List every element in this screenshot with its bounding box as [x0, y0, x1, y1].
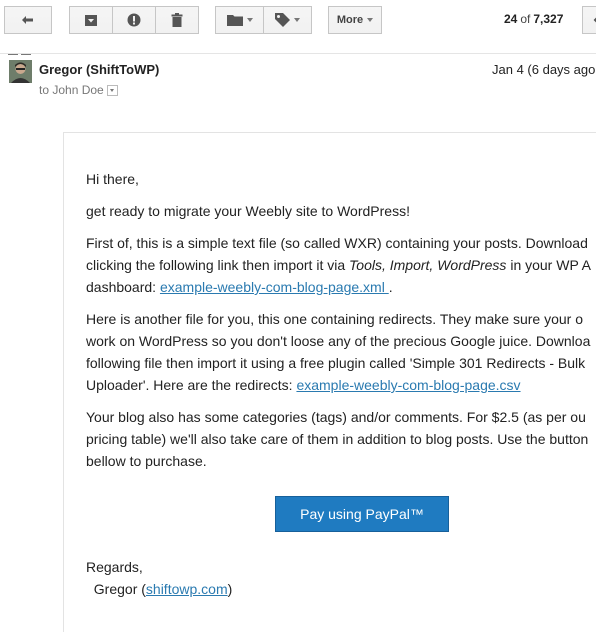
- signature-end: ): [227, 581, 233, 597]
- text-line: Here is another file for you, this one c…: [86, 311, 583, 327]
- text-line: .: [388, 279, 393, 295]
- avatar: [9, 60, 32, 83]
- text-line: work on WordPress so you don't loose any…: [86, 333, 591, 349]
- paragraph-categories: Your blog also has some categories (tags…: [86, 406, 596, 472]
- chevron-down-icon: [294, 18, 300, 22]
- label-tag-icon: [275, 13, 290, 27]
- recipient-text: to John Doe: [39, 83, 104, 97]
- trash-icon: [171, 13, 183, 27]
- text-line: pricing table) we'll also take care of t…: [86, 431, 589, 447]
- csv-download-link[interactable]: example-weebly-com-blog-page.csv: [296, 377, 520, 393]
- report-spam-button[interactable]: [112, 6, 156, 34]
- chevron-left-icon: [593, 17, 596, 23]
- greeting: Hi there,: [86, 171, 139, 187]
- sender-photo: [9, 60, 32, 83]
- intro-line: get ready to migrate your Weebly site to…: [86, 203, 410, 219]
- menu-path: Tools, Import, WordPress: [349, 257, 507, 273]
- counter-current: 24: [504, 12, 518, 26]
- archive-button[interactable]: [69, 6, 113, 34]
- paragraph-redirects: Here is another file for you, this one c…: [86, 308, 596, 396]
- counter-total: 7,327: [533, 12, 564, 26]
- text-line: First of, this is a simple text file (so…: [86, 235, 588, 251]
- website-link[interactable]: shiftowp.com: [146, 581, 228, 597]
- archive-icon: [85, 14, 97, 26]
- back-button[interactable]: [4, 6, 52, 34]
- header-divider: [0, 53, 596, 54]
- folder-icon: [226, 15, 243, 26]
- text-line: following file then import it using a fr…: [86, 355, 586, 371]
- xml-download-link[interactable]: example-weebly-com-blog-page.xml: [160, 279, 389, 295]
- newer-button[interactable]: [582, 6, 596, 34]
- signature: Regards, Gregor (shiftowp.com): [86, 556, 232, 600]
- more-button[interactable]: More: [328, 6, 382, 34]
- delete-button[interactable]: [155, 6, 199, 34]
- labels-button[interactable]: [263, 6, 312, 34]
- text-line: Your blog also has some categories (tags…: [86, 409, 586, 425]
- text-line: Uploader'. Here are the redirects:: [86, 377, 297, 393]
- more-label: More: [336, 14, 364, 26]
- text-line: clicking the following link then import …: [86, 257, 350, 273]
- message-date: Jan 4 (6 days ago: [492, 62, 596, 77]
- text-line: bellow to purchase.: [86, 453, 207, 469]
- paragraph-wxr: First of, this is a simple text file (so…: [86, 232, 596, 298]
- sender-name[interactable]: Gregor (ShiftToWP): [39, 62, 159, 77]
- email-content: Hi there, get ready to migrate your Weeb…: [86, 168, 596, 482]
- toolbar: More 24 of 7,327: [0, 0, 596, 42]
- chevron-down-icon: [367, 18, 374, 22]
- text-line: in your WP A: [506, 257, 591, 273]
- counter-of: of: [520, 12, 531, 26]
- text-line: dashboard:: [86, 279, 160, 295]
- chevron-down-icon: [246, 18, 253, 22]
- show-details-icon[interactable]: [106, 85, 118, 97]
- reply-arrow-icon: [22, 16, 33, 24]
- message-counter: 24 of 7,327: [504, 12, 563, 26]
- signature-name: Gregor (: [93, 581, 146, 597]
- report-spam-icon: [127, 13, 141, 27]
- regards-text: Regards,: [86, 559, 143, 575]
- move-to-button[interactable]: [215, 6, 264, 34]
- collapse-indicator: [8, 42, 34, 55]
- paypal-button[interactable]: Pay using PayPal™: [275, 496, 449, 532]
- recipient-line: to John Doe: [39, 83, 118, 97]
